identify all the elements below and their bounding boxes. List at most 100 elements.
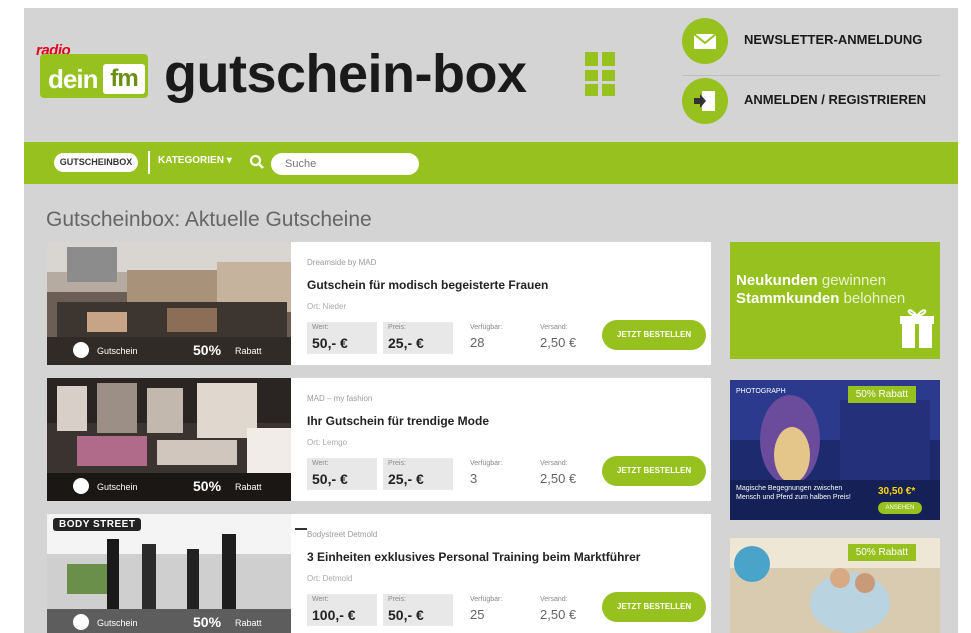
voucher-card[interactable]: Gutschein 50% Rabatt MAD – my fashion Ih… bbox=[47, 378, 711, 501]
nav-separator bbox=[148, 151, 150, 174]
stat-versand-label: Versand: bbox=[540, 460, 568, 467]
stat-wert: Wert: 50,- € bbox=[307, 458, 377, 490]
login-register-link[interactable]: ANMELDEN / REGISTRIEREN bbox=[682, 78, 942, 124]
chevron-down-icon: ▾ bbox=[226, 155, 232, 166]
bodystreet-badge: BODY STREET bbox=[53, 518, 142, 531]
ad-price: 30,50 €* bbox=[878, 486, 916, 497]
logo-fm-text: fm bbox=[103, 64, 145, 94]
stat-verfuegbar: Verfügbar: 25 bbox=[465, 594, 525, 626]
login-register-label: ANMELDEN / REGISTRIEREN bbox=[744, 92, 927, 107]
voucher-location: Ort: Lemgo bbox=[307, 438, 348, 447]
promo-line-2-bold: Stammkunden bbox=[736, 290, 840, 307]
voucher-photo: Gutschein 50% Rabatt bbox=[47, 378, 291, 501]
stat-verfuegbar-value: 3 bbox=[470, 471, 478, 486]
stat-wert: Wert: 100,- € bbox=[307, 594, 377, 626]
stat-preis-label: Preis: bbox=[388, 596, 406, 603]
stat-verfuegbar: Verfügbar: 28 bbox=[465, 322, 525, 354]
stat-wert-value: 50,- € bbox=[312, 471, 348, 487]
search-icon[interactable] bbox=[249, 154, 265, 170]
gift-icon bbox=[900, 309, 934, 348]
promo-line-2: Stammkunden belohnen bbox=[736, 290, 905, 307]
discount-badge: 50% Rabatt bbox=[847, 544, 916, 561]
envelope-icon bbox=[682, 18, 728, 64]
search-input[interactable] bbox=[271, 153, 419, 175]
nav-gutscheinbox-button[interactable]: GUTSCHEINBOX bbox=[54, 153, 138, 172]
discount-label: Rabatt bbox=[235, 482, 262, 492]
stat-wert-label: Wert: bbox=[312, 596, 329, 603]
ad-brand-label: PHOTOGRAPH bbox=[736, 388, 786, 395]
order-now-button[interactable]: JETZT BESTELLEN bbox=[602, 456, 706, 486]
stat-wert-label: Wert: bbox=[312, 460, 329, 467]
stat-preis-value: 50,- € bbox=[388, 607, 424, 623]
stat-verfuegbar-label: Verfügbar: bbox=[470, 460, 503, 467]
promo-line-1-bold: Neukunden bbox=[736, 272, 818, 289]
voucher-title[interactable]: 3 Einheiten exklusives Personal Training… bbox=[307, 550, 640, 564]
stat-wert-label: Wert: bbox=[312, 324, 329, 331]
voucher-title[interactable]: Ihr Gutschein für trendige Mode bbox=[307, 414, 489, 428]
order-now-button[interactable]: JETZT BESTELLEN bbox=[602, 320, 706, 350]
sidebar-ad-horse-show[interactable]: PHOTOGRAPH 50% Rabatt Magische Begegnung… bbox=[730, 380, 940, 520]
stat-versand-label: Versand: bbox=[540, 324, 568, 331]
stat-wert-value: 100,- € bbox=[312, 607, 356, 623]
stat-wert-value: 50,- € bbox=[312, 335, 348, 351]
ad-description: Magische Begegnungen zwischen Mensch und… bbox=[736, 485, 851, 501]
stat-versand: Versand: 2,50 € bbox=[535, 322, 595, 354]
discount-value: 50% bbox=[193, 342, 222, 358]
order-now-button[interactable]: JETZT BESTELLEN bbox=[602, 592, 706, 622]
stat-preis: Preis: 25,- € bbox=[383, 322, 453, 354]
voucher-location: Ort: Detmold bbox=[307, 574, 353, 583]
nav-categories-dropdown[interactable]: KATEGORIEN ▾ bbox=[158, 155, 232, 166]
voucher-type-label: Gutschein bbox=[97, 482, 138, 492]
stat-verfuegbar: Verfügbar: 3 bbox=[465, 458, 525, 490]
voucher-photo: BODY STREET Gutschein 50% Rabatt bbox=[47, 514, 291, 633]
page: radio dein fm gutschein-box NEWSLETTER-A… bbox=[24, 8, 958, 633]
stat-wert: Wert: 50,- € bbox=[307, 322, 377, 354]
stat-preis: Preis: 50,- € bbox=[383, 594, 453, 626]
newsletter-link[interactable]: NEWSLETTER-ANMELDUNG bbox=[682, 18, 942, 64]
stat-versand-value: 2,50 € bbox=[540, 607, 577, 622]
stat-versand-value: 2,50 € bbox=[540, 335, 577, 350]
merchant-name: Dreamside by MAD bbox=[307, 258, 377, 267]
discount-value: 50% bbox=[193, 478, 222, 494]
stat-preis-label: Preis: bbox=[388, 460, 406, 467]
voucher-card[interactable]: BODY STREET Gutschein 50% Rabatt Bodystr… bbox=[47, 514, 711, 633]
discount-value: 50% bbox=[193, 614, 222, 630]
stat-preis-value: 25,- € bbox=[388, 335, 424, 351]
stat-verfuegbar-value: 25 bbox=[470, 607, 485, 622]
sidebar-ad-wellness[interactable]: 50% Rabatt bbox=[730, 538, 940, 633]
stat-versand: Versand: 2,50 € bbox=[535, 458, 595, 490]
header-divider bbox=[682, 75, 940, 76]
merchant-name: MAD – my fashion bbox=[307, 394, 373, 403]
stat-versand: Versand: 2,50 € bbox=[535, 594, 595, 626]
stat-verfuegbar-label: Verfügbar: bbox=[470, 324, 503, 331]
voucher-type-label: Gutschein bbox=[97, 346, 138, 356]
tag-icon bbox=[73, 342, 89, 358]
discount-label: Rabatt bbox=[235, 618, 262, 628]
tag-icon bbox=[73, 478, 89, 494]
stat-versand-label: Versand: bbox=[540, 596, 568, 603]
login-door-icon bbox=[682, 78, 728, 124]
nav-categories-label: KATEGORIEN bbox=[158, 155, 224, 166]
tag-icon bbox=[73, 614, 89, 630]
voucher-title[interactable]: Gutschein für modisch begeisterte Frauen bbox=[307, 278, 548, 292]
merchant-name: Bodystreet Detmold bbox=[307, 530, 378, 539]
sidebar-promo-banner[interactable]: Neukunden gewinnen Stammkunden belohnen bbox=[730, 242, 940, 359]
stat-preis: Preis: 25,- € bbox=[383, 458, 453, 490]
discount-label: Rabatt bbox=[235, 346, 262, 356]
stat-verfuegbar-label: Verfügbar: bbox=[470, 596, 503, 603]
voucher-photo: Gutschein 50% Rabatt bbox=[47, 242, 291, 365]
logo-dein-text: dein bbox=[48, 64, 98, 94]
promo-line-1: Neukunden gewinnen bbox=[736, 272, 886, 289]
voucher-card[interactable]: Gutschein 50% Rabatt Dreamside by MAD Gu… bbox=[47, 242, 711, 365]
ad-view-button[interactable]: ANSEHEN bbox=[878, 502, 922, 514]
minus-icon bbox=[295, 528, 307, 530]
promo-line-2-thin: belohnen bbox=[843, 290, 906, 307]
discount-badge: 50% Rabatt bbox=[847, 386, 916, 403]
voucher-location: Ort: Nieder bbox=[307, 302, 347, 311]
site-title: gutschein-box bbox=[164, 44, 527, 104]
voucher-type-label: Gutschein bbox=[97, 618, 138, 628]
stat-preis-value: 25,- € bbox=[388, 471, 424, 487]
promo-line-1-thin: gewinnen bbox=[821, 272, 887, 289]
main-navbar: GUTSCHEINBOX KATEGORIEN ▾ bbox=[24, 142, 958, 184]
stat-preis-label: Preis: bbox=[388, 324, 406, 331]
